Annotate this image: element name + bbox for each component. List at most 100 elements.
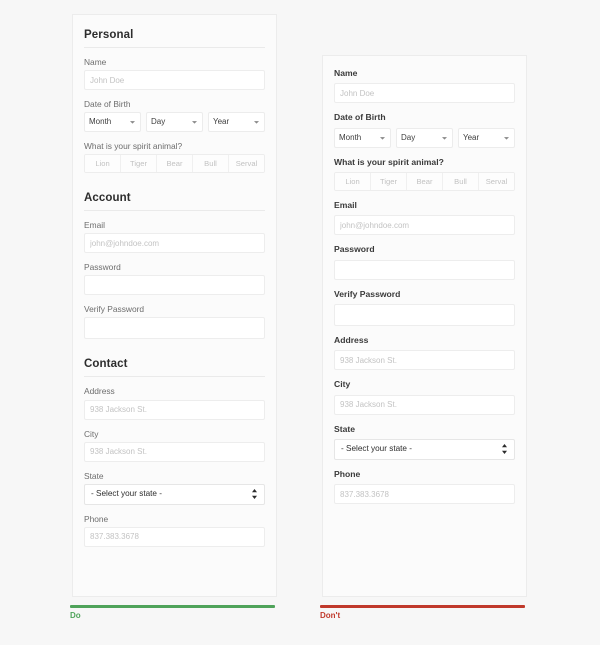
field-label-state: State (334, 423, 356, 434)
chevron-down-icon (130, 121, 135, 124)
field-label-state: State (84, 470, 104, 481)
field-label-password: Password (84, 262, 121, 273)
field-email: Email (334, 199, 515, 236)
field-label-name: Name (334, 68, 358, 78)
field-label-verify-password: Verify Password (334, 288, 401, 299)
field-city: City (334, 379, 515, 415)
field-label-verify-password: Verify Password (84, 304, 145, 315)
spirit-animal-option-tiger[interactable]: Tiger (121, 155, 157, 173)
field-state: State - Select your state - (334, 424, 515, 460)
field-city: City (84, 429, 265, 462)
dont-form-card: Name Date of Birth Month Day (322, 55, 527, 597)
field-label-city: City (334, 379, 351, 390)
field-label-phone: Phone (84, 513, 109, 524)
address-input[interactable] (84, 399, 265, 420)
email-input[interactable] (84, 233, 265, 254)
spirit-animal-option-tiger[interactable]: Tiger (371, 172, 407, 190)
do-verdict-bar (70, 605, 275, 608)
field-phone: Phone (84, 514, 265, 547)
year-select-value: Year (213, 117, 230, 127)
field-date-of-birth: Date of Birth Month Day Year (334, 112, 515, 148)
spirit-animal-option-lion[interactable]: Lion (335, 172, 371, 190)
spirit-animal-segmented-group[interactable]: Lion Tiger Bear Bull Serval (84, 154, 265, 174)
chevron-down-icon (504, 136, 509, 140)
select-stepper-icon (502, 444, 507, 455)
do-verdict: Do (70, 605, 275, 621)
field-label-spirit-animal: What is your spirit animal? (334, 156, 444, 167)
dont-verdict-bar (320, 605, 525, 608)
field-email: Email (84, 220, 265, 254)
field-verify-password: Verify Password (334, 289, 515, 326)
field-label-date-of-birth: Date of Birth (84, 99, 131, 110)
dont-verdict: Don't (320, 605, 525, 621)
date-of-birth-row: Month Day Year (334, 127, 515, 148)
field-label-phone: Phone (334, 468, 361, 479)
month-select[interactable]: Month (334, 127, 391, 148)
city-input[interactable] (334, 394, 515, 415)
do-form-card: Personal Name Date of Birth Month Day (72, 14, 277, 597)
name-input[interactable] (84, 70, 265, 91)
comparison-stage: Personal Name Date of Birth Month Day (0, 0, 600, 645)
name-input[interactable] (334, 83, 515, 104)
phone-input[interactable] (84, 526, 265, 547)
password-input[interactable] (84, 275, 265, 296)
field-address: Address (84, 386, 265, 420)
chevron-down-icon (254, 121, 259, 124)
spirit-animal-option-bear[interactable]: Bear (407, 172, 443, 190)
verify-password-input[interactable] (84, 317, 265, 340)
dont-verdict-label: Don't (320, 611, 341, 620)
month-select-value: Month (89, 117, 112, 127)
day-select[interactable]: Day (146, 112, 203, 133)
month-select[interactable]: Month (84, 112, 141, 133)
field-label-email: Email (334, 199, 357, 210)
state-select-value: - Select your state - (91, 489, 162, 499)
field-address: Address (334, 334, 515, 371)
chevron-down-icon (380, 136, 385, 140)
field-date-of-birth: Date of Birth Month Day Year (84, 99, 265, 133)
state-select-value: - Select your state - (341, 444, 412, 454)
address-input[interactable] (334, 350, 515, 371)
password-input[interactable] (334, 259, 515, 280)
spirit-animal-option-serval[interactable]: Serval (229, 155, 264, 173)
field-label-name: Name (84, 57, 107, 67)
spirit-animal-option-bull[interactable]: Bull (193, 155, 229, 173)
do-verdict-label: Do (70, 611, 81, 620)
field-name: Name (84, 57, 265, 91)
field-verify-password: Verify Password (84, 304, 265, 340)
phone-input[interactable] (334, 484, 515, 505)
field-label-password: Password (334, 244, 375, 255)
year-select[interactable]: Year (208, 112, 265, 133)
email-input[interactable] (334, 215, 515, 236)
section-heading-contact: Contact (84, 358, 265, 378)
field-label-date-of-birth: Date of Birth (334, 112, 386, 123)
spirit-animal-option-serval[interactable]: Serval (479, 172, 514, 190)
verify-password-input[interactable] (334, 303, 515, 326)
field-name: Name (334, 68, 515, 104)
city-input[interactable] (84, 441, 265, 462)
day-select[interactable]: Day (396, 127, 453, 148)
chevron-down-icon (192, 121, 197, 124)
month-select-value: Month (339, 132, 362, 142)
field-label-city: City (84, 428, 99, 439)
field-spirit-animal: What is your spirit animal? Lion Tiger B… (84, 141, 265, 174)
field-label-address: Address (334, 334, 369, 345)
spirit-animal-segmented-group[interactable]: Lion Tiger Bear Bull Serval (334, 171, 515, 191)
year-select-value: Year (463, 132, 480, 142)
field-spirit-animal: What is your spirit animal? Lion Tiger B… (334, 157, 515, 191)
day-select-value: Day (401, 132, 416, 142)
date-of-birth-row: Month Day Year (84, 112, 265, 133)
field-label-spirit-animal: What is your spirit animal? (84, 141, 183, 152)
select-stepper-icon (252, 489, 257, 500)
spirit-animal-option-lion[interactable]: Lion (85, 155, 121, 173)
field-phone: Phone (334, 468, 515, 505)
year-select[interactable]: Year (458, 127, 515, 148)
state-select[interactable]: - Select your state - (334, 438, 515, 460)
state-select[interactable]: - Select your state - (84, 483, 265, 505)
spirit-animal-option-bear[interactable]: Bear (157, 155, 193, 173)
field-password: Password (84, 262, 265, 296)
spirit-animal-option-bull[interactable]: Bull (443, 172, 479, 190)
chevron-down-icon (442, 136, 447, 140)
section-heading-personal: Personal (84, 29, 265, 48)
section-heading-account: Account (84, 192, 265, 212)
field-state: State - Select your state - (84, 471, 265, 505)
